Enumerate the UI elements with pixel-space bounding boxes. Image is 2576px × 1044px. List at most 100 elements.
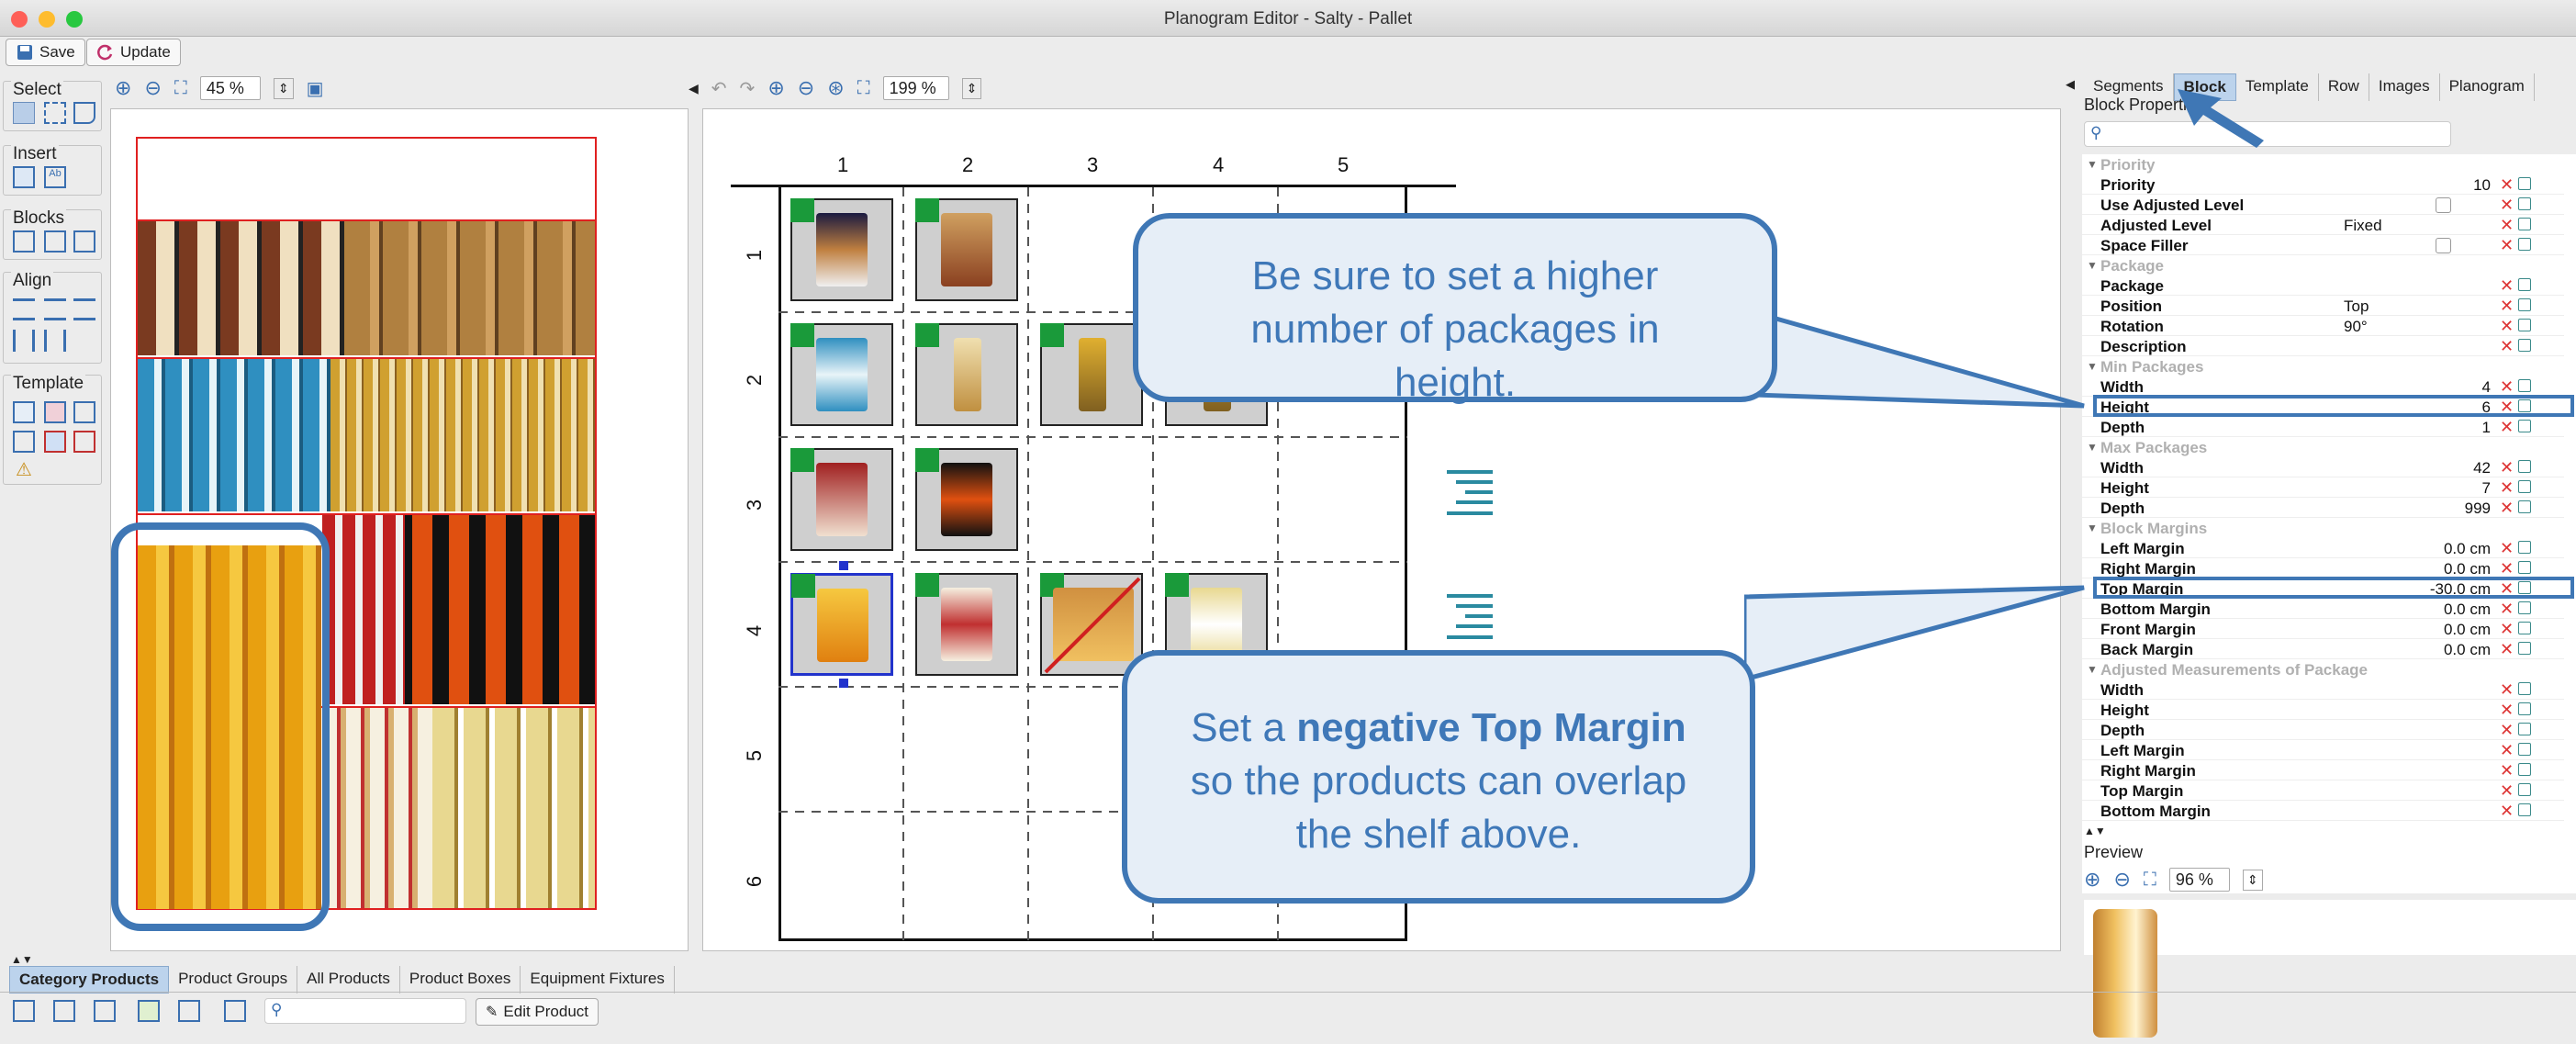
cell-r2-c3[interactable] xyxy=(1040,323,1143,426)
tab-row[interactable]: Row xyxy=(2319,73,2369,101)
row-back-margin[interactable]: Back Margin 0.0 cm ✕ xyxy=(2082,639,2564,659)
cell-r4-c1-selected[interactable] xyxy=(790,561,893,688)
save-button[interactable]: Save xyxy=(6,39,85,66)
tab-product-boxes[interactable]: Product Boxes xyxy=(400,966,521,993)
cell-r3-c2[interactable] xyxy=(915,448,1018,551)
row-left-margin[interactable]: Left Margin 0.0 cm ✕ xyxy=(2082,538,2564,558)
product-facing-crackers-blue[interactable] xyxy=(138,359,330,511)
add-product-icon[interactable] xyxy=(138,1000,160,1022)
row-adj-height[interactable]: Height ✕ xyxy=(2082,700,2564,720)
insert-text-icon[interactable]: Ab xyxy=(44,166,66,188)
select-pointer-icon[interactable] xyxy=(13,102,35,124)
zoom-out-icon[interactable]: ⊖ xyxy=(2113,868,2130,892)
export-image-icon[interactable]: ▣ xyxy=(307,77,324,100)
warning-icon[interactable]: ⚠ xyxy=(13,458,35,480)
template-apply-icon[interactable] xyxy=(13,401,35,423)
row-position[interactable]: Position Top ✕ xyxy=(2082,296,2564,316)
preview-zoom-input[interactable]: 96 % xyxy=(2168,868,2230,892)
align-lines-icon[interactable] xyxy=(1442,591,1497,646)
resize-handle-top[interactable] xyxy=(839,561,848,570)
row-description[interactable]: Description ✕ xyxy=(2082,336,2564,356)
row-package[interactable]: Package ✕ xyxy=(2082,275,2564,296)
overview-canvas[interactable] xyxy=(110,108,689,951)
row-max-width[interactable]: Width 42 ✕ xyxy=(2082,457,2564,477)
tab-images[interactable]: Images xyxy=(2369,73,2440,101)
splitter-arrows-icon[interactable]: ▲▼ xyxy=(11,953,33,966)
row-rotation[interactable]: Rotation 90° ✕ xyxy=(2082,316,2564,336)
overview-zoom-input[interactable]: 45 % xyxy=(199,76,261,100)
fit-to-window-icon[interactable]: ⛶ xyxy=(174,78,187,99)
row-adj-bottom-margin[interactable]: Bottom Margin ✕ xyxy=(2082,801,2564,821)
section-package[interactable]: ▼ Package xyxy=(2082,255,2564,275)
fit-to-window-icon[interactable]: ⛶ xyxy=(2144,870,2156,891)
duplicate-icon[interactable] xyxy=(94,1000,116,1022)
row-priority[interactable]: Priority 10 ✕ xyxy=(2082,174,2564,195)
zoom-in-icon[interactable]: ⊕ xyxy=(115,76,131,100)
edit-product-button[interactable]: ✎ Edit Product xyxy=(476,998,599,1026)
template-delete-icon[interactable] xyxy=(44,431,66,453)
row-min-width[interactable]: Width 4 ✕ xyxy=(2082,376,2564,397)
product-facing-chips-b[interactable] xyxy=(344,221,595,355)
update-button[interactable]: Update xyxy=(86,39,181,66)
row-bottom-margin[interactable]: Bottom Margin 0.0 cm ✕ xyxy=(2082,599,2564,619)
cell-r4-c2[interactable] xyxy=(915,573,1018,676)
row-adjusted-level[interactable]: Adjusted Level Fixed ✕ xyxy=(2082,215,2564,235)
space-filler-checkbox[interactable] xyxy=(2436,238,2451,253)
product-facing-chips-a[interactable] xyxy=(138,221,344,355)
tab-equipment-fixtures[interactable]: Equipment Fixtures xyxy=(521,966,675,993)
use-adjusted-level-checkbox[interactable] xyxy=(2436,197,2451,213)
row-min-depth[interactable]: Depth 1 ✕ xyxy=(2082,417,2564,437)
select-lasso-icon[interactable] xyxy=(73,102,95,124)
row-adj-depth[interactable]: Depth ✕ xyxy=(2082,720,2564,740)
zoom-out-icon[interactable]: ⊖ xyxy=(798,76,814,100)
insert-block-icon[interactable] xyxy=(13,166,35,188)
list-icon[interactable] xyxy=(178,1000,200,1022)
row-front-margin[interactable]: Front Margin 0.0 cm ✕ xyxy=(2082,619,2564,639)
row-max-height[interactable]: Height 7 ✕ xyxy=(2082,477,2564,498)
cell-r1-c2[interactable] xyxy=(915,198,1018,301)
distribute-horizontal-icon[interactable] xyxy=(13,330,35,352)
property-search-field[interactable]: ⚲ xyxy=(2084,121,2451,147)
row-adj-width[interactable]: Width ✕ xyxy=(2082,679,2564,700)
zoom-stepper[interactable]: ⇕ xyxy=(961,77,982,99)
cell-r2-c2[interactable] xyxy=(915,323,1018,426)
product-facing-sticks[interactable] xyxy=(330,359,595,511)
distribute-vertical-icon[interactable] xyxy=(44,330,66,352)
section-max-packages[interactable]: ▼ Max Packages xyxy=(2082,437,2564,457)
zoom-selection-icon[interactable]: ⊛ xyxy=(827,76,844,100)
row-adj-right-margin[interactable]: Right Margin ✕ xyxy=(2082,760,2564,780)
cell-r1-c1[interactable] xyxy=(790,198,893,301)
undo-icon[interactable]: ↶ xyxy=(711,77,727,100)
template-copy-icon[interactable] xyxy=(13,431,35,453)
row-adj-left-margin[interactable]: Left Margin ✕ xyxy=(2082,740,2564,760)
align-lines-icon[interactable] xyxy=(1442,467,1497,522)
zoom-stepper[interactable]: ⇕ xyxy=(2242,869,2263,891)
template-save-icon[interactable] xyxy=(44,401,66,423)
row-adj-top-margin[interactable]: Top Margin ✕ xyxy=(2082,780,2564,801)
product-search-field[interactable]: ⚲ xyxy=(264,998,466,1024)
splitter-arrows-icon[interactable]: ▲▼ xyxy=(2084,825,2106,837)
zoom-out-icon[interactable]: ⊖ xyxy=(144,76,161,100)
cell-r3-c1[interactable] xyxy=(790,448,893,551)
section-min-packages[interactable]: ▼ Min Packages xyxy=(2082,356,2564,376)
template-reset-icon[interactable] xyxy=(73,431,95,453)
row-max-depth[interactable]: Depth 999 ✕ xyxy=(2082,498,2564,518)
cell-r2-c1[interactable] xyxy=(790,323,893,426)
resize-handle-bottom[interactable] xyxy=(839,679,848,688)
cell-r4-c3-crossed[interactable] xyxy=(1040,573,1143,676)
fit-to-window-icon[interactable]: ⛶ xyxy=(857,78,870,99)
redo-icon[interactable]: ↷ xyxy=(740,77,756,100)
row-use-adjusted-level[interactable]: Use Adjusted Level ✕ xyxy=(2082,195,2564,215)
row-space-filler[interactable]: Space Filler ✕ xyxy=(2082,235,2564,255)
tab-product-groups[interactable]: Product Groups xyxy=(169,966,298,993)
tab-planogram[interactable]: Planogram xyxy=(2440,73,2535,101)
zoom-stepper[interactable]: ⇕ xyxy=(273,77,294,99)
align-center-icon[interactable] xyxy=(44,298,66,320)
template-grid-icon[interactable] xyxy=(73,401,95,423)
section-priority[interactable]: ▼ Priority xyxy=(2082,154,2564,174)
zoom-in-icon[interactable]: ⊕ xyxy=(2084,868,2100,892)
tab-all-products[interactable]: All Products xyxy=(297,966,400,993)
section-block-margins[interactable]: ▼ Block Margins xyxy=(2082,518,2564,538)
trash-icon[interactable] xyxy=(224,1000,246,1022)
align-left-icon[interactable] xyxy=(13,298,35,320)
